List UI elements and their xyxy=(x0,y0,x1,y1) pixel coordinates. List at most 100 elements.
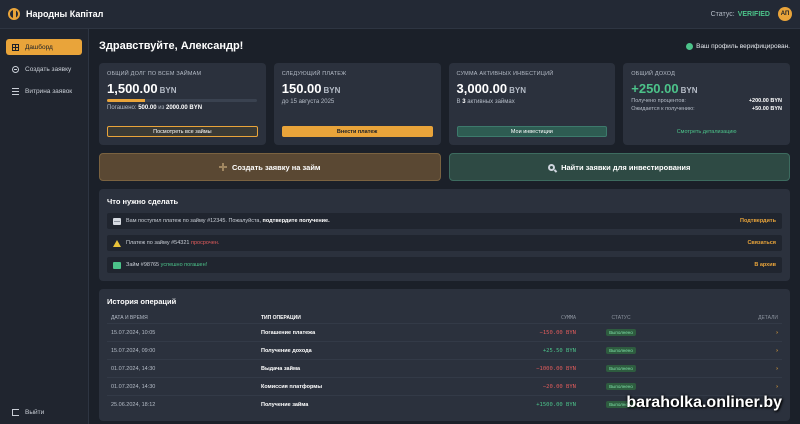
repayment-progress-fill xyxy=(107,99,145,102)
row-status: Выполнено xyxy=(576,365,666,372)
history-header: Дата и время Тип операции Сумма Статус Д… xyxy=(111,315,778,321)
card-title: Следующий платеж xyxy=(281,71,347,77)
sidebar-item-label: Создать заявку xyxy=(25,65,72,73)
logout-icon xyxy=(12,409,19,416)
card-title: Общий долг по всем займам xyxy=(107,71,202,77)
row-date: 01.07.2024, 14:30 xyxy=(111,365,156,372)
row-type: Погашение платежа xyxy=(261,329,316,336)
row-type: Получение займа xyxy=(261,401,309,408)
history-title: История операций xyxy=(107,297,177,306)
plus-circle-icon xyxy=(12,65,19,73)
sidebar-item-dashboard[interactable]: Дашборд xyxy=(6,39,82,55)
row-type: Выдача займа xyxy=(261,365,301,372)
status-badge: Выполнено xyxy=(606,365,636,372)
brand-name: Народны Капітал xyxy=(26,9,104,19)
logout-label: Выйти xyxy=(25,409,45,416)
grid-icon xyxy=(12,43,19,51)
status-badge: Выполнено xyxy=(606,383,636,390)
logout-button[interactable]: Выйти xyxy=(6,409,44,416)
status-value: VERIFIED xyxy=(737,10,770,18)
debt-value: 1,500.00 BYN xyxy=(107,81,177,96)
my-investments-button[interactable]: Мои инвестиции xyxy=(456,126,608,137)
todo-item: Займ #98765 успешно погашен! В архив xyxy=(107,257,782,273)
todo-title: Что нужно сделать xyxy=(107,197,179,206)
row-sum: −20.00 BYN xyxy=(542,383,576,390)
repayment-progress xyxy=(107,99,257,102)
envelope-icon xyxy=(113,217,121,225)
investments-card: Сумма активных инвестиций 3,000.00 BYN В … xyxy=(448,63,616,145)
watermark: baraholka.onliner.by xyxy=(626,394,782,411)
row-date: 15.07.2024, 10:05 xyxy=(111,329,156,336)
row-date: 25.06.2024, 18:12 xyxy=(111,401,156,408)
check-icon xyxy=(686,42,694,50)
todo-item: Платеж по займу #54321 просрочен. Связат… xyxy=(107,235,782,251)
card-title: Сумма активных инвестиций xyxy=(456,71,554,77)
row-details-chevron-icon[interactable]: › xyxy=(666,366,778,372)
todo-item: Вам поступил платеж по займу #12345. Пож… xyxy=(107,213,782,229)
income-details-link[interactable]: Смотреть детализацию xyxy=(623,129,790,135)
search-icon xyxy=(548,163,556,171)
create-loan-request-button[interactable]: Создать заявку на займ xyxy=(99,153,441,181)
confirm-link[interactable]: Подтвердить xyxy=(740,218,776,224)
card-title: Общий доход xyxy=(631,71,676,77)
row-sum: +25.50 BYN xyxy=(542,347,576,354)
row-details-chevron-icon[interactable]: › xyxy=(666,330,778,336)
list-icon xyxy=(12,87,19,95)
table-row: 01.07.2024, 14:30 Комиссия платформы −20.0… xyxy=(107,377,782,395)
investments-value: 3,000.00 BYN xyxy=(456,81,527,96)
table-row: 15.07.2024, 09:00 Получение дохода +25.50 … xyxy=(107,341,782,359)
verified-text: Ваш профиль верифицирован. xyxy=(696,42,790,50)
status-area: Статус: VERIFIED АП xyxy=(711,7,792,21)
todo-panel: Что нужно сделать Вам поступил платеж по… xyxy=(99,189,790,281)
contact-link[interactable]: Связаться xyxy=(747,240,776,246)
view-loans-button[interactable]: Посмотреть все займы xyxy=(107,126,258,137)
row-sum: −1000.00 BYN xyxy=(536,365,576,372)
table-row: 01.07.2024, 14:30 Выдача займа −1000.00 BY… xyxy=(107,359,782,377)
row-details-chevron-icon[interactable]: › xyxy=(666,348,778,354)
warning-icon xyxy=(113,239,121,247)
status-label: Статус: xyxy=(710,10,735,18)
plus-icon xyxy=(219,163,228,171)
row-type: Получение дохода xyxy=(261,347,312,354)
row-details-chevron-icon[interactable]: › xyxy=(666,384,778,390)
archive-link[interactable]: В архив xyxy=(754,262,776,268)
income-value: +250.00 BYN xyxy=(631,81,698,96)
repayment-text: Погашено: 500.00 из 2000.00 BYN xyxy=(107,105,203,111)
greeting-row: Здравствуйте, Александр! Ваш профиль вер… xyxy=(99,39,790,53)
table-row: 15.07.2024, 10:05 Погашение платежа −150.0… xyxy=(107,323,782,341)
income-received-row: Получено процентов: +200.00 BYN xyxy=(631,98,782,104)
status-badge: Выполнено xyxy=(606,329,636,336)
summary-cards: Общий долг по всем займам 1,500.00 BYN По… xyxy=(99,63,790,145)
row-type: Комиссия платформы xyxy=(261,383,323,390)
make-payment-button[interactable]: Внести платеж xyxy=(281,126,433,137)
payment-card: Следующий платеж 150.00 BYN до 15 августа… xyxy=(273,63,441,145)
debt-card: Общий долг по всем займам 1,500.00 BYN По… xyxy=(99,63,266,145)
income-expected-row: Ожидается к получению: +50.00 BYN xyxy=(631,106,782,112)
sidebar-item-create-request[interactable]: Создать заявку xyxy=(6,61,82,77)
sidebar-item-label: Дашборд xyxy=(25,43,53,51)
logo-icon xyxy=(8,8,20,20)
investments-count: В 3 активных займах xyxy=(456,99,515,105)
row-status: Выполнено xyxy=(576,347,666,354)
sidebar-item-label: Витрина заявок xyxy=(25,87,73,95)
sidebar: Дашборд Создать заявку Витрина заявок Вы… xyxy=(0,29,89,424)
row-sum: +1500.00 BYN xyxy=(536,401,576,408)
row-date: 01.07.2024, 14:30 xyxy=(111,383,156,390)
income-card: Общий доход +250.00 BYN Получено проценто… xyxy=(623,63,790,145)
sidebar-item-showcase[interactable]: Витрина заявок xyxy=(6,83,82,99)
page-title: Здравствуйте, Александр! xyxy=(99,40,244,52)
row-status: Выполнено xyxy=(576,329,666,336)
row-status: Выполнено xyxy=(576,383,666,390)
payment-value: 150.00 BYN xyxy=(281,81,341,96)
checkmark-icon xyxy=(113,261,121,269)
action-buttons: Создать заявку на займ Найти заявки для … xyxy=(99,153,790,181)
top-bar: Народны Капітал Статус: VERIFIED АП xyxy=(0,0,800,29)
verified-badge: Ваш профиль верифицирован. xyxy=(686,42,790,50)
main-content: Здравствуйте, Александр! Ваш профиль вер… xyxy=(89,29,800,424)
row-date: 15.07.2024, 09:00 xyxy=(111,347,156,354)
row-sum: −150.00 BYN xyxy=(539,329,576,336)
payment-due: до 15 августа 2025 xyxy=(281,99,335,105)
avatar[interactable]: АП xyxy=(778,7,792,21)
find-requests-button[interactable]: Найти заявки для инвестирования xyxy=(448,153,790,181)
status-badge: Выполнено xyxy=(606,347,636,354)
